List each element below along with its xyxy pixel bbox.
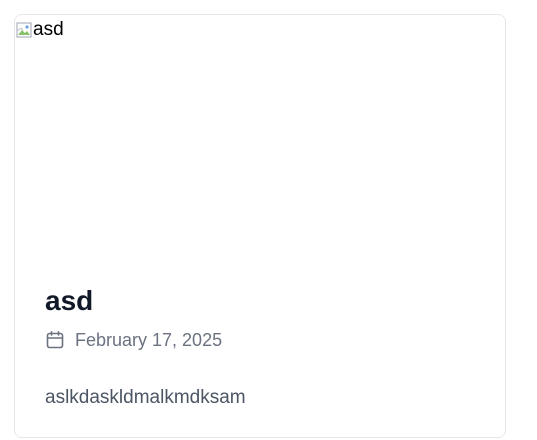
broken-image-icon — [16, 22, 32, 38]
post-date-row: February 17, 2025 — [45, 327, 475, 353]
calendar-icon — [46, 330, 64, 349]
image-alt-text: asd — [33, 19, 64, 40]
broken-image-placeholder: asd — [16, 17, 64, 43]
post-content: asd February 17, 2025 aslkdaskldmalkmdks… — [45, 283, 475, 411]
post-card[interactable]: asd asd February 17, 2025 aslkdaskldmalk… — [14, 14, 506, 438]
post-image: asd — [15, 15, 505, 271]
post-excerpt: aslkdaskldmalkmdksam — [45, 387, 246, 408]
post-title[interactable]: asd — [45, 283, 475, 319]
post-date: February 17, 2025 — [75, 330, 223, 350]
